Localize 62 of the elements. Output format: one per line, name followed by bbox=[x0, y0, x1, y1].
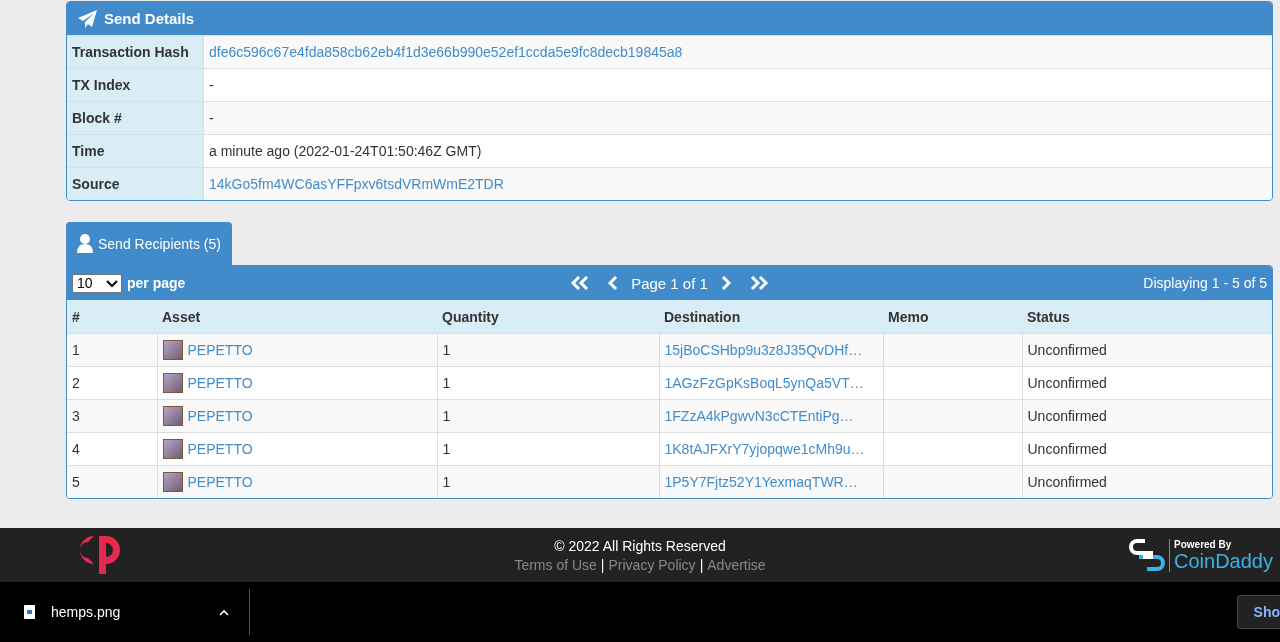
file-icon bbox=[24, 605, 35, 619]
next-page-icon[interactable] bbox=[720, 275, 731, 291]
footer-link[interactable]: Privacy Policy bbox=[608, 556, 696, 573]
table-cell: 1 bbox=[437, 465, 659, 498]
field-label-cell: Source bbox=[67, 168, 204, 200]
coin-daddy-logo-icon bbox=[1129, 538, 1166, 572]
asset-link[interactable]: PEPETTO bbox=[187, 474, 253, 490]
copyright-text: © 2022 All Rights Reserved bbox=[554, 537, 726, 554]
destination-link[interactable]: 1K8tAJFXrY7yjopqwe1cMh9u… bbox=[664, 441, 865, 457]
previous-page-icon[interactable] bbox=[608, 275, 619, 291]
asset-thumbnail bbox=[162, 472, 183, 492]
footer-link[interactable]: Terms of Use bbox=[514, 556, 597, 573]
caret-up-icon[interactable] bbox=[219, 607, 229, 617]
table-cell: 3 bbox=[67, 399, 157, 433]
table-cell: 5 bbox=[67, 465, 157, 498]
user-icon bbox=[77, 234, 93, 253]
per-page-label: per page bbox=[127, 275, 186, 291]
column-header: Destination bbox=[659, 300, 883, 334]
download-file-name[interactable]: hemps.png bbox=[51, 604, 219, 620]
table-cell: 1 bbox=[67, 333, 157, 367]
asset-thumbnail bbox=[162, 340, 183, 360]
field-value-link[interactable]: 14kGo5fm4WC6asYFFpxv6tsdVRmWmE2TDR bbox=[209, 176, 504, 192]
column-header: Status bbox=[1022, 300, 1272, 334]
column-header: Quantity bbox=[437, 300, 659, 334]
destination-link[interactable]: 1AGzFzGpKsBoqL5ynQa5VT… bbox=[664, 375, 864, 391]
link-separator: | bbox=[699, 556, 704, 573]
field-value: - bbox=[209, 77, 214, 93]
panel-title: Send Details bbox=[104, 10, 195, 27]
asset-thumbnail bbox=[162, 373, 183, 393]
paper-plane-icon bbox=[77, 8, 98, 29]
brand-name: CoinDaddy bbox=[1174, 549, 1273, 572]
recipients-tab[interactable]: Send Recipients (5) bbox=[66, 222, 232, 265]
field-value: - bbox=[209, 110, 214, 126]
page-indicator: Page 1 of 1 bbox=[631, 274, 708, 292]
column-header: # bbox=[67, 300, 157, 334]
asset-thumbnail bbox=[162, 439, 183, 459]
asset-link[interactable]: PEPETTO bbox=[187, 342, 253, 358]
column-header: Memo bbox=[883, 300, 1022, 334]
asset-link[interactable]: PEPETTO bbox=[187, 375, 253, 391]
footer-link[interactable]: Advertise bbox=[707, 556, 766, 573]
per-page-select[interactable]: 10 bbox=[72, 273, 122, 293]
asset-thumbnail bbox=[162, 406, 183, 426]
displaying-count: Displaying 1 - 5 of 5 bbox=[1143, 275, 1267, 291]
table-cell: Unconfirmed bbox=[1022, 333, 1272, 367]
show-all-button[interactable]: Sho bbox=[1236, 595, 1280, 629]
table-cell: 1 bbox=[437, 399, 659, 433]
caret-icon bbox=[106, 278, 118, 288]
powered-by-label: Powered By bbox=[1174, 538, 1233, 550]
field-label-cell: Transaction Hash bbox=[67, 36, 204, 68]
field-label-cell: Time bbox=[67, 135, 204, 167]
field-value: a minute ago (2022-01-24T01:50:46Z GMT) bbox=[209, 143, 482, 159]
table-cell: Unconfirmed bbox=[1022, 465, 1272, 498]
column-header: Asset bbox=[157, 300, 437, 334]
link-separator: | bbox=[600, 556, 605, 573]
table-cell: Unconfirmed bbox=[1022, 399, 1272, 433]
field-label-cell: TX Index bbox=[67, 69, 204, 101]
asset-link[interactable]: PEPETTO bbox=[187, 441, 253, 457]
first-page-icon[interactable] bbox=[570, 275, 591, 291]
asset-link[interactable]: PEPETTO bbox=[187, 408, 253, 424]
last-page-icon[interactable] bbox=[748, 275, 769, 291]
field-label-cell: Block # bbox=[67, 102, 204, 134]
table-cell: 1 bbox=[437, 333, 659, 367]
